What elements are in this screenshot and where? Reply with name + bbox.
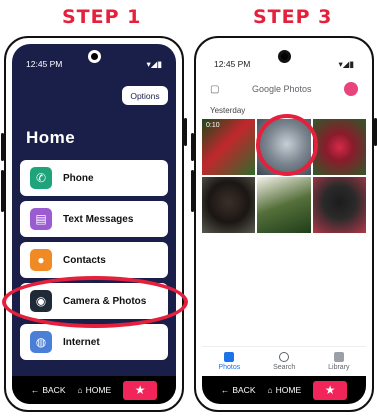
menu-item-contacts[interactable]: ● Contacts (20, 242, 168, 278)
side-button (1, 133, 4, 161)
tab-search[interactable]: Search (273, 352, 295, 371)
menu-item-phone[interactable]: ✆ Phone (20, 160, 168, 196)
back-arrow-icon: ← (30, 385, 40, 395)
back-label: BACK (42, 385, 66, 395)
home-screen: 12:45 PM ▾◢▮ Options Home ✆ Phone ▤ Text… (12, 44, 176, 404)
side-button (191, 170, 194, 212)
menu-item-label: Text Messages (63, 213, 134, 225)
status-icons: ▾◢▮ (338, 58, 354, 69)
photo-thumbnail-cat[interactable] (257, 119, 311, 175)
side-button (1, 170, 4, 212)
google-photos-screen: 12:45 PM ▾◢▮ ▢ Google Photos Yesterday 0… (202, 44, 366, 404)
home-button[interactable]: ⌂ HOME (268, 385, 302, 395)
menu-item-label: Phone (63, 172, 94, 184)
app-title: Google Photos (251, 84, 312, 94)
stage: STEP 1 STEP 3 12:45 PM ▾◢▮ Options Home … (0, 0, 377, 418)
avatar[interactable] (344, 82, 358, 96)
library-icon (333, 352, 344, 362)
tab-label: Library (328, 364, 350, 371)
home-button[interactable]: ⌂ HOME (78, 385, 112, 395)
photo-thumbnail[interactable] (312, 119, 366, 175)
photos-icon (224, 352, 235, 362)
status-bar: 12:45 PM ▾◢▮ (214, 58, 354, 70)
photo-thumbnail[interactable] (312, 177, 366, 233)
tab-label: Photos (218, 364, 241, 371)
clock: 12:45 PM (214, 59, 251, 69)
phone-icon: ✆ (30, 167, 52, 189)
step-3-title: STEP 3 (253, 6, 333, 28)
photo-grid: 0:10 (202, 119, 366, 233)
globe-icon: ◍ (30, 331, 52, 353)
side-button (191, 133, 194, 161)
star-button[interactable]: ★ (123, 380, 158, 400)
menu-item-label: Camera & Photos (63, 295, 147, 307)
power-button (184, 118, 187, 146)
step-1-title: STEP 1 (62, 6, 142, 28)
back-button[interactable]: ← BACK (221, 385, 256, 395)
bottom-tabs: Photos Search Library (202, 346, 366, 376)
right-phone: 12:45 PM ▾◢▮ ▢ Google Photos Yesterday 0… (191, 36, 377, 412)
status-icons: ▾◢▮ (146, 58, 162, 69)
photo-thumbnail[interactable]: 0:10 (202, 119, 256, 175)
photo-thumbnail[interactable] (257, 177, 311, 233)
home-menu: ✆ Phone ▤ Text Messages ● Contacts ◉ Cam… (20, 160, 168, 365)
search-icon (279, 352, 290, 362)
section-label: Yesterday (210, 106, 246, 115)
chat-icon[interactable]: ▢ (210, 84, 219, 95)
nav-bar: ← BACK ⌂ HOME ★ (202, 376, 366, 404)
left-phone: 12:45 PM ▾◢▮ Options Home ✆ Phone ▤ Text… (1, 36, 188, 412)
tab-library[interactable]: Library (328, 352, 350, 371)
menu-item-internet[interactable]: ◍ Internet (20, 324, 168, 360)
camera-icon: ◉ (30, 290, 52, 312)
star-icon: ★ (134, 383, 146, 397)
home-label: HOME (85, 385, 112, 395)
menu-item-text-messages[interactable]: ▤ Text Messages (20, 201, 168, 237)
star-button[interactable]: ★ (313, 380, 348, 400)
back-arrow-icon: ← (220, 385, 230, 395)
tab-photos[interactable]: Photos (218, 352, 240, 371)
home-title: Home (26, 128, 76, 147)
home-label: HOME (275, 385, 302, 395)
menu-item-camera-photos[interactable]: ◉ Camera & Photos (20, 283, 168, 319)
menu-item-label: Internet (63, 336, 100, 348)
menu-item-label: Contacts (63, 254, 106, 266)
photo-thumbnail[interactable] (202, 177, 256, 233)
back-button[interactable]: ← BACK (31, 385, 66, 395)
contact-icon: ● (30, 249, 52, 271)
home-icon: ⌂ (267, 385, 273, 395)
tab-label: Search (273, 364, 296, 371)
status-bar: 12:45 PM ▾◢▮ (26, 58, 162, 70)
options-button[interactable]: Options (122, 86, 168, 105)
home-icon: ⌂ (77, 385, 83, 395)
back-label: BACK (232, 385, 256, 395)
nav-bar: ← BACK ⌂ HOME ★ (12, 376, 176, 404)
video-duration: 0:10 (206, 122, 220, 129)
star-icon: ★ (324, 383, 336, 397)
clock: 12:45 PM (26, 59, 63, 69)
app-header: ▢ Google Photos (210, 80, 358, 98)
message-icon: ▤ (30, 208, 52, 230)
